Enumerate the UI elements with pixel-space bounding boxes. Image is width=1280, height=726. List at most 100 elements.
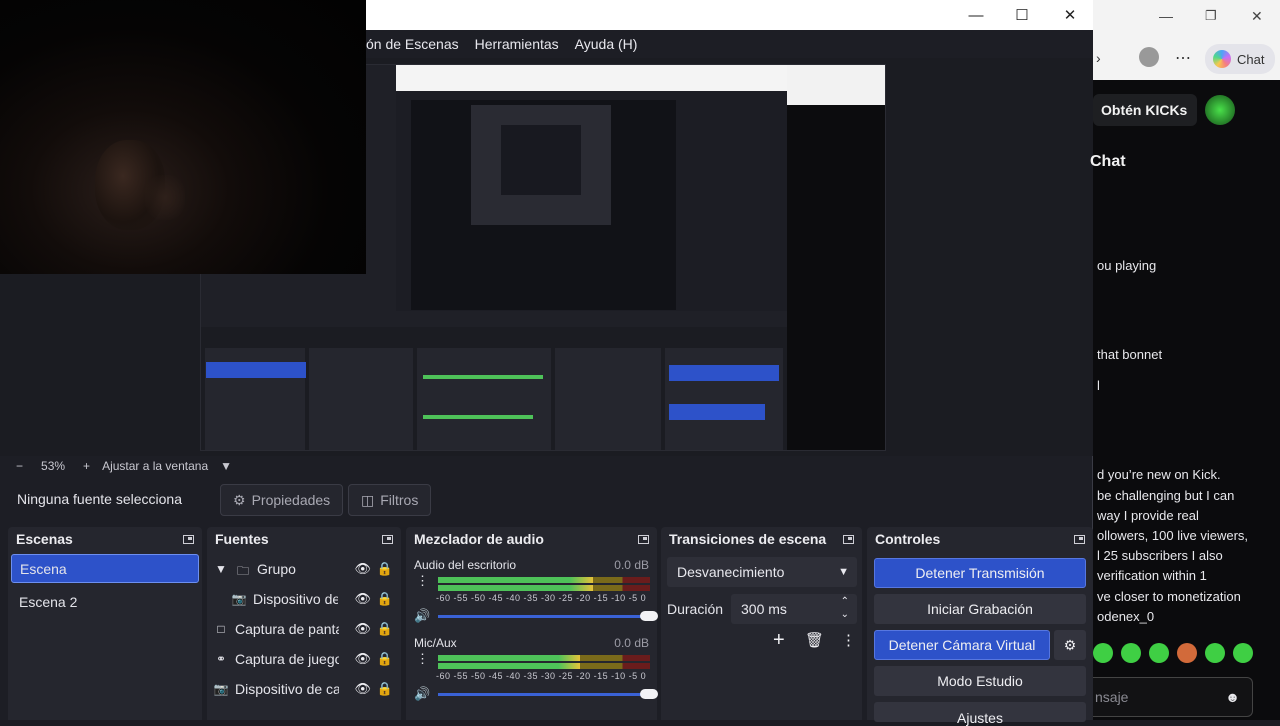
source-row-device-2[interactable]: 📷 Dispositivo de ca 👁 🔒 xyxy=(207,674,401,704)
emoji-icon[interactable]: ☻ xyxy=(1225,689,1240,705)
add-transition-button[interactable]: + xyxy=(773,629,785,652)
emote-icon[interactable] xyxy=(1233,643,1253,663)
sources-title: Fuentes xyxy=(215,531,269,547)
scene-item[interactable]: Escena 2 xyxy=(11,587,199,616)
undock-icon[interactable] xyxy=(1074,534,1085,544)
chat-message-input[interactable]: nsaje ☻ xyxy=(1093,677,1253,717)
lock-icon[interactable]: 🔒 xyxy=(377,651,393,667)
filters-label: Filtros xyxy=(380,492,419,508)
close-icon[interactable]: ✕ xyxy=(1251,8,1263,25)
chevron-left-icon[interactable]: › xyxy=(1096,50,1101,66)
zoom-bar: − 53% + Ajustar a la ventana ▼ xyxy=(0,456,1093,476)
restore-icon[interactable]: ❐ xyxy=(1205,8,1217,24)
transitions-dock: Transiciones de escena Desvanecimiento ▼… xyxy=(661,527,862,720)
nested-browser xyxy=(787,65,885,450)
kebab-menu-icon[interactable]: ⋮ xyxy=(416,574,429,587)
chevron-down-icon[interactable]: ▼ xyxy=(213,562,229,576)
zoom-in-button[interactable]: + xyxy=(83,459,90,473)
kebab-menu-icon[interactable]: ⋮ xyxy=(841,631,856,649)
scenes-dock: Escenas Escena Escena 2 xyxy=(8,527,202,720)
eye-icon[interactable]: 👁 xyxy=(354,681,371,697)
duration-spinbox[interactable]: 300 ms ⌃ ⌄ xyxy=(731,594,857,624)
mixer-channel: Mic/Aux 0.0 dB ⋮ -60 -55 -50 -45 -40 -35… xyxy=(406,634,658,712)
controls-title: Controles xyxy=(875,531,941,547)
minimize-icon[interactable]: — xyxy=(1159,8,1173,24)
chat-title: Chat xyxy=(1090,153,1126,170)
lock-icon[interactable]: 🔒 xyxy=(377,591,393,607)
filter-icon: ◫ xyxy=(361,491,375,508)
source-name: Dispositivo de ca xyxy=(235,681,339,697)
undock-icon[interactable] xyxy=(183,534,194,544)
volume-slider[interactable] xyxy=(438,689,658,699)
kebab-menu-icon[interactable]: ⋮ xyxy=(416,652,429,665)
source-row-game[interactable]: ⚭ Captura de juego 👁 🔒 xyxy=(207,644,401,674)
minimize-icon[interactable]: — xyxy=(953,0,999,30)
source-row-device[interactable]: 📷 Dispositivo de 👁 🔒 xyxy=(207,584,401,614)
volume-meter xyxy=(438,577,650,583)
emote-icon[interactable] xyxy=(1093,643,1113,663)
stop-stream-button[interactable]: Detener Transmisión xyxy=(874,558,1086,588)
undock-icon[interactable] xyxy=(382,534,393,544)
meter-ticks: -60 -55 -50 -45 -40 -35 -30 -25 -20 -15 … xyxy=(436,593,647,603)
fit-window-label[interactable]: Ajustar a la ventana xyxy=(102,459,208,473)
menu-scene-collection[interactable]: ón de Escenas xyxy=(366,36,467,52)
slider-knob[interactable] xyxy=(640,611,658,621)
volume-meter xyxy=(438,655,650,661)
slider-knob[interactable] xyxy=(640,689,658,699)
profile-avatar[interactable] xyxy=(1139,47,1159,67)
lock-icon[interactable]: 🔒 xyxy=(377,561,393,577)
properties-button[interactable]: ⚙ Propiedades xyxy=(220,484,344,516)
menu-help[interactable]: Ayuda (H) xyxy=(567,36,646,52)
eye-icon[interactable]: 👁 xyxy=(354,621,371,637)
more-icon[interactable]: ⋯ xyxy=(1175,48,1191,68)
chevron-down-icon[interactable]: ▼ xyxy=(838,566,849,578)
virtual-cam-settings-button[interactable]: ⚙ xyxy=(1054,630,1086,660)
eye-icon[interactable]: 👁 xyxy=(354,651,371,667)
undock-icon[interactable] xyxy=(843,534,854,544)
eye-icon[interactable]: 👁 xyxy=(354,561,371,577)
source-row-screen[interactable]: □ Captura de panta 👁 🔒 xyxy=(207,614,401,644)
source-name: Dispositivo de xyxy=(253,591,338,607)
stop-virtual-cam-button[interactable]: Detener Cámara Virtual xyxy=(874,630,1050,660)
emote-icon[interactable] xyxy=(1121,643,1141,663)
user-avatar[interactable] xyxy=(1205,95,1235,125)
spinner-arrows-icon[interactable]: ⌃ ⌄ xyxy=(841,595,849,621)
chat-button[interactable]: Chat xyxy=(1205,44,1275,74)
studio-mode-button[interactable]: Modo Estudio xyxy=(874,666,1086,696)
start-recording-button[interactable]: Iniciar Grabación xyxy=(874,594,1086,624)
speaker-icon[interactable]: 🔊 xyxy=(414,608,430,624)
scene-item[interactable]: Escena xyxy=(11,554,199,583)
menu-tools[interactable]: Herramientas xyxy=(467,36,567,52)
gear-icon: ⚙ xyxy=(1063,636,1077,653)
channel-name: Mic/Aux xyxy=(414,636,457,650)
maximize-icon[interactable]: ☐ xyxy=(999,0,1045,30)
emote-icon[interactable] xyxy=(1177,643,1197,663)
eye-icon[interactable]: 👁 xyxy=(354,591,371,607)
channel-name: Audio del escritorio xyxy=(414,558,517,572)
source-row-group[interactable]: ▼ 🗀 Grupo 👁 🔒 xyxy=(207,554,401,584)
emote-icon[interactable] xyxy=(1205,643,1225,663)
emote-icon[interactable] xyxy=(1149,643,1169,663)
chat-message: ou playing xyxy=(1097,258,1157,273)
lock-icon[interactable]: 🔒 xyxy=(377,681,393,697)
zoom-value: 53% xyxy=(41,459,66,473)
emote-row xyxy=(1093,643,1280,669)
nested-stop-stream xyxy=(669,365,779,381)
speaker-icon[interactable]: 🔊 xyxy=(414,686,430,702)
volume-slider[interactable] xyxy=(438,611,658,621)
transition-select[interactable]: Desvanecimiento ▼ xyxy=(667,557,857,587)
chat-message: be challenging but I can xyxy=(1097,488,1235,503)
zoom-out-button[interactable]: − xyxy=(16,459,23,473)
close-icon[interactable]: ✕ xyxy=(1047,0,1093,30)
chat-message: l xyxy=(1097,378,1100,393)
duration-value: 300 ms xyxy=(741,601,787,617)
lock-icon[interactable]: 🔒 xyxy=(377,621,393,637)
channel-db: 0.0 dB xyxy=(614,558,649,572)
trash-icon[interactable]: 🗑 xyxy=(805,631,824,649)
filters-button[interactable]: ◫ Filtros xyxy=(348,484,432,516)
get-kicks-button[interactable]: Obtén KICKs xyxy=(1093,94,1197,126)
settings-button[interactable]: Ajustes xyxy=(874,702,1086,726)
chevron-down-icon[interactable]: ▼ xyxy=(220,459,232,473)
nested-mixer xyxy=(417,348,551,450)
undock-icon[interactable] xyxy=(638,534,649,544)
